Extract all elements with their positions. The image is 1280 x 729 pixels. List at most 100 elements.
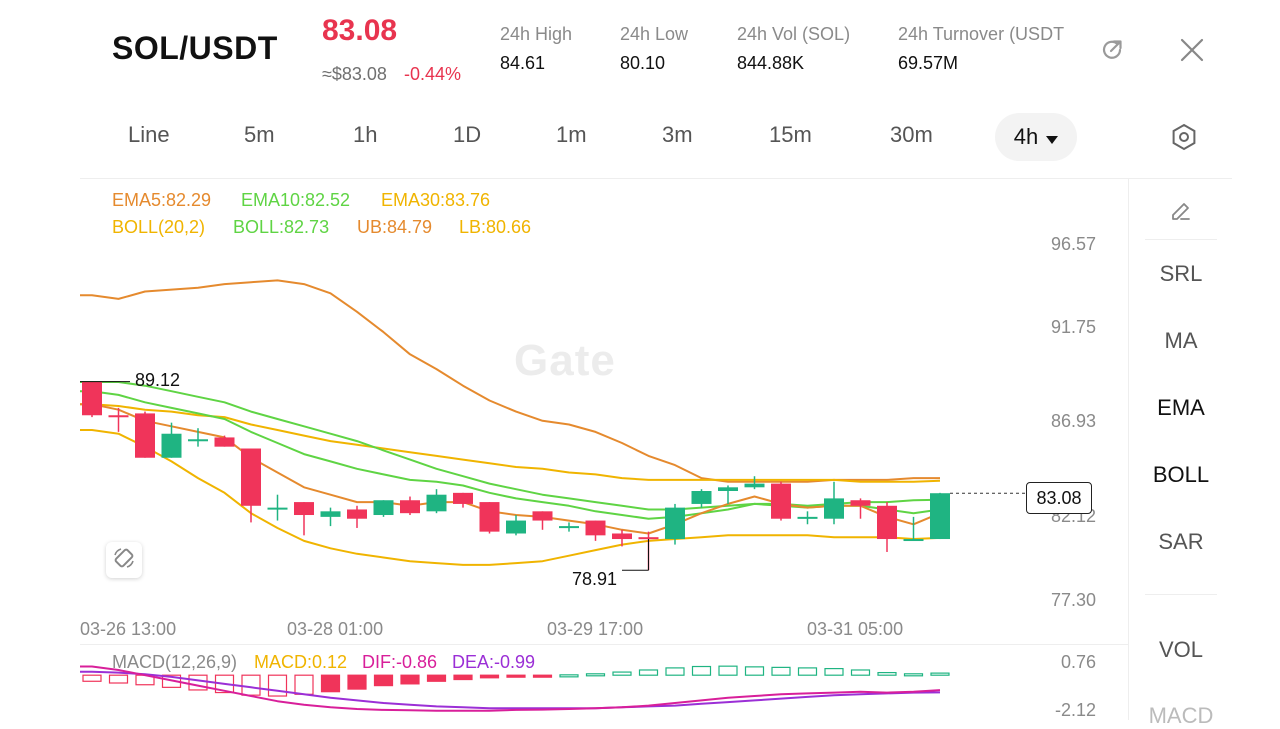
candle-body <box>691 491 712 504</box>
sidebar-divider <box>1145 594 1217 595</box>
candle-body <box>135 413 155 458</box>
macd-histogram-bar <box>665 667 685 676</box>
y-tick-label: 91.75 <box>1050 317 1096 337</box>
macd-histogram-bar <box>850 669 871 676</box>
macd-histogram-bar <box>241 674 261 696</box>
candle-body <box>877 505 897 540</box>
boll-upper-line <box>80 279 940 483</box>
sidebar-item-macd[interactable]: MACD <box>1129 703 1233 729</box>
x-tick-label: 03-28 01:00 <box>287 619 384 639</box>
x-tick-label: 03-26 13:00 <box>80 619 177 639</box>
macd-histogram-bar <box>294 674 314 695</box>
macd-histogram-bar <box>267 674 288 697</box>
sidebar-item-boll[interactable]: BOLL <box>1129 462 1233 488</box>
macd-dif-label: DIF:-0.86 <box>362 652 438 672</box>
candle-body <box>294 502 314 516</box>
macd-histogram-bar <box>771 666 791 676</box>
candle-body <box>426 494 447 512</box>
macd-params-label: MACD(12,26,9) <box>112 652 238 672</box>
macd-histogram-bar <box>426 674 447 682</box>
macd-histogram-bar <box>903 673 924 677</box>
macd-histogram-bar <box>506 674 526 678</box>
high-marker-label: 89.12 <box>135 370 181 390</box>
macd-histogram-bar <box>108 674 129 684</box>
macd-y-top: 0.76 <box>1060 652 1096 672</box>
candlestick-chart[interactable] <box>0 0 1128 720</box>
rotate-screen-button[interactable] <box>106 542 142 578</box>
current-price-tag: 83.08 <box>1026 482 1092 514</box>
macd-dif-line <box>80 665 941 712</box>
macd-y-bottom: -2.12 <box>1054 700 1096 720</box>
candle-body <box>903 539 924 542</box>
candle-body <box>638 537 659 540</box>
macd-histogram-bar <box>877 671 897 676</box>
candle-body <box>320 511 341 517</box>
sidebar-item-ma[interactable]: MA <box>1129 328 1233 354</box>
chart-macd-divider <box>80 644 1128 645</box>
macd-histogram-bar <box>320 674 341 693</box>
candle-body <box>850 500 871 506</box>
candle-body <box>797 516 818 519</box>
boll-mid-line <box>80 381 941 511</box>
macd-histogram-bar <box>585 673 606 677</box>
candle-body <box>585 520 606 536</box>
candle-body <box>824 498 844 519</box>
macd-histogram-bar <box>744 666 765 676</box>
rotate-icon <box>113 547 135 574</box>
ema5-line <box>80 403 941 535</box>
macd-histogram-bar <box>691 665 712 676</box>
close-icon[interactable] <box>1174 32 1210 68</box>
macd-histogram-bar <box>718 665 738 676</box>
macd-histogram-bar <box>930 672 950 676</box>
candle-body <box>347 509 367 519</box>
macd-histogram-bar <box>824 667 844 676</box>
sidebar-item-vol[interactable]: VOL <box>1129 637 1233 663</box>
indicator-sidebar: SRL MA EMA BOLL SAR VOL MACD <box>1128 179 1233 728</box>
macd-histogram-bar <box>400 674 420 685</box>
low-marker-label: 78.91 <box>572 569 618 589</box>
macd-value-label: MACD:0.12 <box>254 652 348 672</box>
macd-histogram-bar <box>453 674 473 681</box>
candle-body <box>453 492 473 504</box>
candle-body <box>188 439 208 442</box>
macd-histogram-bar <box>638 669 659 676</box>
candle-body <box>506 520 526 534</box>
candle-body <box>612 533 632 540</box>
candle-body <box>241 448 261 506</box>
macd-histogram-bar <box>532 674 553 678</box>
candle-body <box>718 487 738 492</box>
sidebar-item-ema[interactable]: EMA <box>1129 395 1233 421</box>
candle-body <box>267 507 288 510</box>
macd-histogram-bar <box>612 671 632 676</box>
candle-body <box>373 500 394 516</box>
settings-hexagon-icon[interactable] <box>1166 119 1202 155</box>
candle-body <box>82 382 102 416</box>
candle-body <box>214 437 235 447</box>
macd-histogram-bar <box>479 674 500 679</box>
macd-dea-label: DEA:-0.99 <box>452 652 536 672</box>
y-tick-label: 86.93 <box>1050 411 1096 431</box>
sidebar-item-srl[interactable]: SRL <box>1129 261 1233 287</box>
y-tick-label: 96.57 <box>1050 234 1096 254</box>
candle-body <box>532 511 553 521</box>
candle-body <box>479 502 500 532</box>
macd-histogram-bar <box>559 674 579 678</box>
macd-histogram-bar <box>347 674 367 690</box>
macd-histogram-bar <box>373 674 394 687</box>
pencil-icon[interactable] <box>1163 193 1199 229</box>
candle-body <box>930 493 950 540</box>
macd-histogram-bar <box>797 667 818 676</box>
candle-body <box>559 526 579 529</box>
candle-body <box>108 415 129 418</box>
sidebar-item-sar[interactable]: SAR <box>1129 529 1233 555</box>
candle-body <box>744 483 765 488</box>
macd-histogram-bar <box>82 674 102 682</box>
candle-body <box>665 507 685 540</box>
candle-body <box>161 433 182 458</box>
y-tick-label: 77.30 <box>1050 590 1096 610</box>
x-tick-label: 03-29 17:00 <box>547 619 644 639</box>
candle-body <box>400 500 420 514</box>
x-tick-label: 03-31 05:00 <box>807 619 904 639</box>
sidebar-divider <box>1145 239 1217 240</box>
candle-body <box>771 483 791 519</box>
